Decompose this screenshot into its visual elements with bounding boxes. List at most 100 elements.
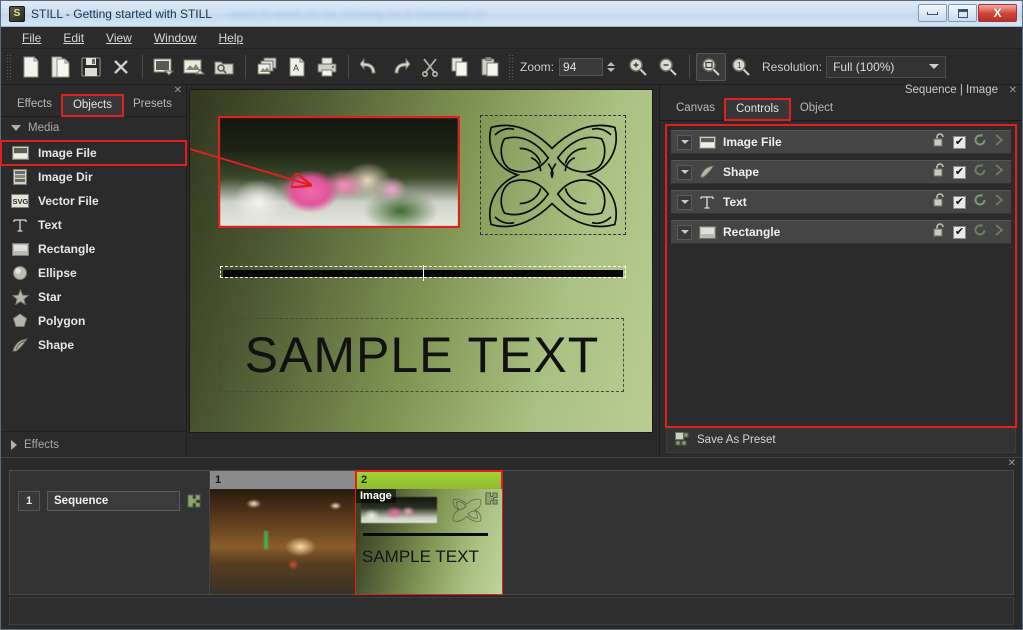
canvas-rectangle-object[interactable] xyxy=(220,265,626,281)
menu-view-label: View xyxy=(106,30,132,45)
tab-effects[interactable]: Effects xyxy=(7,95,62,116)
chevron-right-icon[interactable] xyxy=(994,163,1005,182)
tunnel-sign xyxy=(264,531,269,549)
zoom-fit-icon[interactable] xyxy=(696,52,727,81)
puzzle-piece-icon[interactable] xyxy=(187,494,201,508)
tab-canvas[interactable]: Canvas xyxy=(666,99,725,120)
chevron-down-icon[interactable] xyxy=(677,194,692,210)
save-icon[interactable] xyxy=(76,53,106,81)
object-item-star[interactable]: Star xyxy=(1,285,186,309)
reset-circular-arrow-icon[interactable] xyxy=(973,162,987,182)
canvas-text-object[interactable]: SAMPLE TEXT xyxy=(220,318,624,392)
close-icon[interactable]: ✕ xyxy=(1009,85,1017,96)
control-row-image-file[interactable]: Image File ✔ xyxy=(671,130,1011,154)
close-button[interactable]: X xyxy=(978,4,1017,22)
open-folder-icon[interactable] xyxy=(209,53,239,81)
toolbar-grip-2[interactable] xyxy=(508,53,515,80)
paste-icon[interactable] xyxy=(475,53,505,81)
resolution-select[interactable]: Full (100%) xyxy=(826,55,947,78)
chevron-down-icon[interactable] xyxy=(677,164,692,180)
enable-checkbox[interactable]: ✔ xyxy=(953,225,966,239)
stepper-down-icon[interactable] xyxy=(607,67,616,72)
thumbnail-1[interactable]: 1 xyxy=(210,471,356,594)
control-row-text[interactable]: Text ✔ xyxy=(671,190,1011,214)
svg-text:A: A xyxy=(293,63,299,73)
zoom-actual-size-icon[interactable]: 1 xyxy=(726,53,756,81)
chevron-down-icon[interactable] xyxy=(677,224,692,240)
reset-circular-arrow-icon[interactable] xyxy=(973,222,987,242)
object-item-vector-file[interactable]: SVG Vector File xyxy=(1,189,186,213)
canvas-area[interactable]: SAMPLE TEXT xyxy=(187,85,660,457)
close-x-icon[interactable] xyxy=(106,53,136,81)
enable-checkbox[interactable]: ✔ xyxy=(953,135,966,149)
unlock-icon[interactable] xyxy=(933,132,946,152)
menu-view[interactable]: View xyxy=(95,29,143,47)
object-item-label: Ellipse xyxy=(38,266,77,280)
canvas-vector-object[interactable] xyxy=(480,115,626,235)
puzzle-piece-icon[interactable] xyxy=(485,492,498,510)
enable-checkbox[interactable]: ✔ xyxy=(953,165,966,179)
tab-presets[interactable]: Presets xyxy=(123,95,182,116)
object-item-ellipse[interactable]: Ellipse xyxy=(1,261,186,285)
unlock-icon[interactable] xyxy=(933,222,946,242)
toolbar-grip[interactable] xyxy=(6,53,13,80)
save-as-preset-button[interactable]: Save As Preset xyxy=(666,427,1016,453)
copy-icon[interactable] xyxy=(445,53,475,81)
close-icon[interactable]: ✕ xyxy=(1008,458,1016,469)
control-row-rectangle[interactable]: Rectangle ✔ xyxy=(671,220,1011,244)
chevron-right-icon[interactable] xyxy=(994,133,1005,152)
canvas-stage[interactable]: SAMPLE TEXT xyxy=(190,90,652,432)
window-controls: X xyxy=(918,4,1017,22)
reset-circular-arrow-icon[interactable] xyxy=(973,192,987,212)
zoom-in-icon[interactable] xyxy=(623,53,653,81)
object-item-rectangle[interactable]: Rectangle xyxy=(1,237,186,261)
object-item-image-dir[interactable]: Image Dir xyxy=(1,165,186,189)
media-group-header[interactable]: Media xyxy=(1,117,186,139)
zoom-stepper[interactable] xyxy=(605,58,617,76)
minimize-button[interactable] xyxy=(918,4,947,22)
stepper-up-icon[interactable] xyxy=(607,61,616,66)
batch-images-icon[interactable] xyxy=(252,53,282,81)
menu-edit[interactable]: Edit xyxy=(52,29,95,47)
unlock-icon[interactable] xyxy=(933,192,946,212)
rectangle-handle[interactable] xyxy=(423,265,424,281)
zoom-out-icon[interactable] xyxy=(653,53,683,81)
object-item-shape[interactable]: Shape xyxy=(1,333,186,357)
chevron-down-icon[interactable] xyxy=(677,134,692,150)
canvas-image-object[interactable] xyxy=(218,116,460,228)
redo-icon[interactable] xyxy=(385,53,415,81)
menu-help[interactable]: Help xyxy=(208,29,255,47)
triangle-down-icon xyxy=(11,125,21,131)
tab-object[interactable]: Object xyxy=(790,99,843,120)
controls-list: Image File ✔ Shape ✔ Text ✔ Rectangle ✔ xyxy=(665,124,1017,428)
cut-scissors-icon[interactable] xyxy=(415,53,445,81)
unlock-icon[interactable] xyxy=(933,162,946,182)
import-image-icon[interactable] xyxy=(149,53,179,81)
object-item-label: Star xyxy=(38,290,62,304)
menu-file[interactable]: File xyxy=(11,29,52,47)
sequence-name-field[interactable]: Sequence xyxy=(47,491,180,511)
chevron-right-icon[interactable] xyxy=(994,223,1005,242)
undo-icon[interactable] xyxy=(355,53,385,81)
chevron-right-icon[interactable] xyxy=(994,193,1005,212)
tab-controls[interactable]: Controls xyxy=(724,98,791,121)
object-item-polygon[interactable]: Polygon xyxy=(1,309,186,333)
effects-group-header[interactable]: Effects xyxy=(1,431,186,457)
reset-circular-arrow-icon[interactable] xyxy=(973,132,987,152)
render-page-icon[interactable]: A xyxy=(282,53,312,81)
new-file-icon[interactable] xyxy=(16,53,46,81)
new-copy-icon[interactable] xyxy=(46,53,76,81)
control-row-shape[interactable]: Shape ✔ xyxy=(671,160,1011,184)
menu-window[interactable]: Window xyxy=(143,29,208,47)
maximize-button[interactable] xyxy=(948,4,977,22)
object-item-image-file[interactable]: Image File xyxy=(0,140,187,166)
print-icon[interactable] xyxy=(312,53,342,81)
thumbnail-2[interactable]: 2 SAMPLE TEXT Image xyxy=(355,470,503,595)
enable-checkbox[interactable]: ✔ xyxy=(953,195,966,209)
tab-objects[interactable]: Objects xyxy=(60,94,124,117)
object-item-text[interactable]: Text xyxy=(1,213,186,237)
export-image-icon[interactable] xyxy=(179,53,209,81)
zoom-input[interactable] xyxy=(559,57,604,76)
sequence-cell[interactable]: 1 Sequence xyxy=(10,471,210,594)
svg-text:SVG: SVG xyxy=(13,197,29,206)
